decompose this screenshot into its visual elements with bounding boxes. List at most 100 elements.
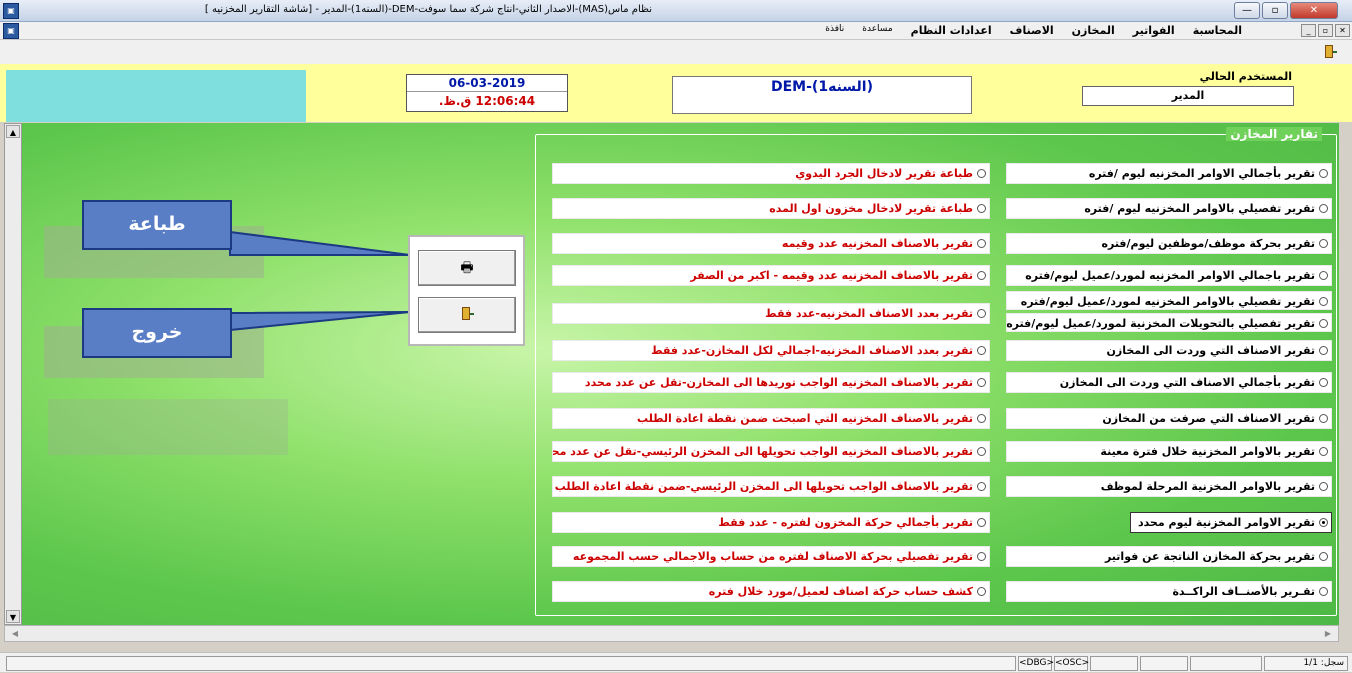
left-report-option[interactable]: تقرير بالاصناف المخزنيه التي اصبحت ضمن ن…	[552, 408, 990, 429]
printer-icon: 🖶	[460, 260, 474, 276]
action-buttons-panel: 🖶	[408, 235, 525, 346]
status-pane-empty-3	[1190, 656, 1262, 671]
right-report-option[interactable]: تقرير بالاوامر المخزنية خلال فترة معينة	[1006, 441, 1332, 462]
scroll-up-arrow[interactable]: ▲	[6, 125, 20, 138]
scroll-right-arrow[interactable]: ▶	[1320, 627, 1336, 640]
left-report-option[interactable]: تقرير بالاصناف المخزنيه الواجب توريدها ا…	[552, 372, 990, 393]
radio-button[interactable]	[1319, 239, 1328, 248]
right-report-option[interactable]: تقرير الاصناف التي صرفت من المخازن	[1006, 408, 1332, 429]
status-record: سجل: 1/1	[1264, 656, 1348, 671]
report-option-label: تقرير باجمالي الاوامر المخزنيه لمورد/عمي…	[1025, 269, 1315, 282]
report-option-label: تقرير الاصناف التي صرفت من المخازن	[1102, 412, 1315, 425]
radio-button[interactable]	[977, 552, 986, 561]
radio-button[interactable]	[1319, 271, 1328, 280]
menu-system-settings[interactable]: اعدادات النظام	[911, 24, 992, 37]
radio-button[interactable]	[1319, 297, 1328, 306]
maximize-window-button[interactable]: ▫	[1262, 2, 1288, 19]
right-report-option[interactable]: تقرير بحركة المخازن الناتجة عن فواتير	[1006, 546, 1332, 567]
left-report-option[interactable]: طباعة تقرير لادخال مخزون اول المده	[552, 198, 990, 219]
radio-button[interactable]	[1319, 552, 1328, 561]
left-report-option[interactable]: تقرير بأجمالي حركة المخزون لفتره - عدد ف…	[552, 512, 990, 533]
report-option-label: كشف حساب حركة اصناف لعميل/مورد خلال فتره	[708, 585, 973, 598]
menu-window[interactable]: نافذة	[825, 24, 844, 37]
menu-invoices[interactable]: الفواتير	[1133, 24, 1175, 37]
radio-button[interactable]	[1319, 482, 1328, 491]
left-report-option[interactable]: تقرير بالاصناف المخزنيه الواجب تحويلها ا…	[552, 441, 990, 462]
report-option-label: تقرير بالاصناف المخزنيه التي اصبحت ضمن ن…	[637, 412, 973, 425]
left-report-option[interactable]: طباعة تقرير لادخال الجرد اليدوي	[552, 163, 990, 184]
report-option-label: تقرير بالاصناف المخزنيه عدد وقيمه	[781, 237, 973, 250]
left-report-option[interactable]: تقرير بالاصناف المخزنيه عدد وقيمه - اكبر…	[552, 265, 990, 286]
left-report-option[interactable]: تقرير بعدد الاصناف المخزنيه-اجمالي لكل ا…	[552, 340, 990, 361]
left-report-option[interactable]: كشف حساب حركة اصناف لعميل/مورد خلال فتره	[552, 581, 990, 602]
right-report-option[interactable]: تقرير بأجمالي الاوامر المخزنيه ليوم /فتر…	[1006, 163, 1332, 184]
left-report-option[interactable]: تقرير بالاصناف المخزنيه عدد وقيمه	[552, 233, 990, 254]
report-option-label: تقرير تفصيلي بالتحويلات المخزنية لمورد/ع…	[1006, 317, 1315, 330]
radio-button[interactable]	[977, 482, 986, 491]
radio-button[interactable]	[1319, 346, 1328, 355]
close-window-button[interactable]: ✕	[1290, 2, 1338, 19]
right-report-option[interactable]: تقرير بأجمالي الاصناف التي وردت الى المخ…	[1006, 372, 1332, 393]
scroll-left-arrow[interactable]: ◀	[7, 627, 23, 640]
radio-button[interactable]	[977, 518, 986, 527]
menu-items-catalog[interactable]: الاصناف	[1010, 24, 1054, 37]
radio-button[interactable]	[977, 271, 986, 280]
radio-button[interactable]	[977, 309, 986, 318]
radio-button[interactable]	[977, 169, 986, 178]
right-report-option[interactable]: تقرير بحركة موظف/موظفين ليوم/فتره	[1006, 233, 1332, 254]
horizontal-scrollbar[interactable]: ◀ ▶	[4, 625, 1339, 642]
left-report-option[interactable]: تقرير تفصيلي بحركة الاصناف لفتره من حساب…	[552, 546, 990, 567]
time-value: 12:06:44 ق.ظ.	[438, 94, 536, 108]
radio-button[interactable]	[1319, 169, 1328, 178]
right-report-option[interactable]: تقـرير بالأصنــاف الراكــدة	[1006, 581, 1332, 602]
current-user-group: المستخدم الحالي المدير	[1076, 70, 1298, 118]
right-report-option[interactable]: تقرير تفصيلي بالتحويلات المخزنية لمورد/ع…	[1006, 313, 1332, 332]
exit-door-icon[interactable]	[1322, 44, 1338, 60]
report-option-label: تقرير تفصيلي بالاوامر المخزنيه لمورد/عمي…	[1020, 295, 1315, 308]
left-report-option[interactable]: تقرير بعدد الاصناف المخزنيه-عدد فقط	[552, 303, 990, 324]
status-pane-main	[6, 656, 1016, 671]
radio-button[interactable]	[1319, 447, 1328, 456]
radio-button[interactable]	[977, 587, 986, 596]
mdi-minimize-button[interactable]: _	[1301, 24, 1316, 37]
right-report-option[interactable]: تقرير تفصيلي بالاوامر المخزنيه لمورد/عمي…	[1006, 291, 1332, 310]
radio-button[interactable]	[977, 447, 986, 456]
right-report-option[interactable]: تقرير الاصناف التي وردت الى المخازن	[1006, 340, 1332, 361]
radio-button[interactable]	[977, 204, 986, 213]
menu-items: المحاسبة الفواتير المخازن الاصناف اعدادا…	[825, 24, 1242, 37]
report-option-label: تقرير بعدد الاصناف المخزنيه-عدد فقط	[765, 307, 973, 320]
right-report-option[interactable]: تقرير الاوامر المخزنية ليوم محدد	[1130, 512, 1332, 533]
minimize-window-button[interactable]: —	[1234, 2, 1260, 19]
radio-button[interactable]	[1319, 587, 1328, 596]
radio-button[interactable]	[977, 378, 986, 387]
menu-stores[interactable]: المخازن	[1072, 24, 1115, 37]
mdi-restore-button[interactable]: ▫	[1318, 24, 1333, 37]
scroll-down-arrow[interactable]: ▼	[6, 610, 20, 623]
company-box: DEM-(السنه1)	[672, 76, 972, 114]
exit-door-icon	[459, 307, 475, 323]
radio-button[interactable]	[977, 414, 986, 423]
exit-button[interactable]	[418, 297, 516, 333]
current-user-field: المدير	[1082, 86, 1294, 106]
report-option-label: تقرير بحركة موظف/موظفين ليوم/فتره	[1101, 237, 1315, 250]
right-report-option[interactable]: تقرير باجمالي الاوامر المخزنيه لمورد/عمي…	[1006, 265, 1332, 286]
radio-button[interactable]	[977, 239, 986, 248]
radio-button[interactable]	[977, 346, 986, 355]
vertical-scrollbar[interactable]: ▲ ▼	[4, 123, 22, 625]
mdi-close-button[interactable]: ✕	[1335, 24, 1350, 37]
menu-help[interactable]: مساعدة	[862, 24, 892, 37]
radio-button[interactable]	[1319, 378, 1328, 387]
radio-button[interactable]	[1319, 414, 1328, 423]
right-report-option[interactable]: تقرير تفصيلي بالاوامر المخزنيه ليوم /فتر…	[1006, 198, 1332, 219]
right-report-option[interactable]: تقرير بالاوامر المخزنية المرحلة لموظف	[1006, 476, 1332, 497]
print-button[interactable]: 🖶	[418, 250, 516, 286]
status-pane-empty-1	[1090, 656, 1138, 671]
report-option-label: تقرير بالاوامر المخزنية المرحلة لموظف	[1100, 480, 1315, 493]
radio-button[interactable]	[1319, 204, 1328, 213]
left-report-option[interactable]: تقرير بالاصناف الواجب تحويلها الى المخزن…	[552, 476, 990, 497]
menu-accounting[interactable]: المحاسبة	[1193, 24, 1242, 37]
radio-button[interactable]	[1319, 518, 1328, 527]
radio-button[interactable]	[1319, 319, 1328, 328]
report-option-label: تقرير بالاوامر المخزنية خلال فترة معينة	[1100, 445, 1315, 458]
status-bar: <DBG> <OSC> سجل: 1/1	[0, 652, 1352, 672]
